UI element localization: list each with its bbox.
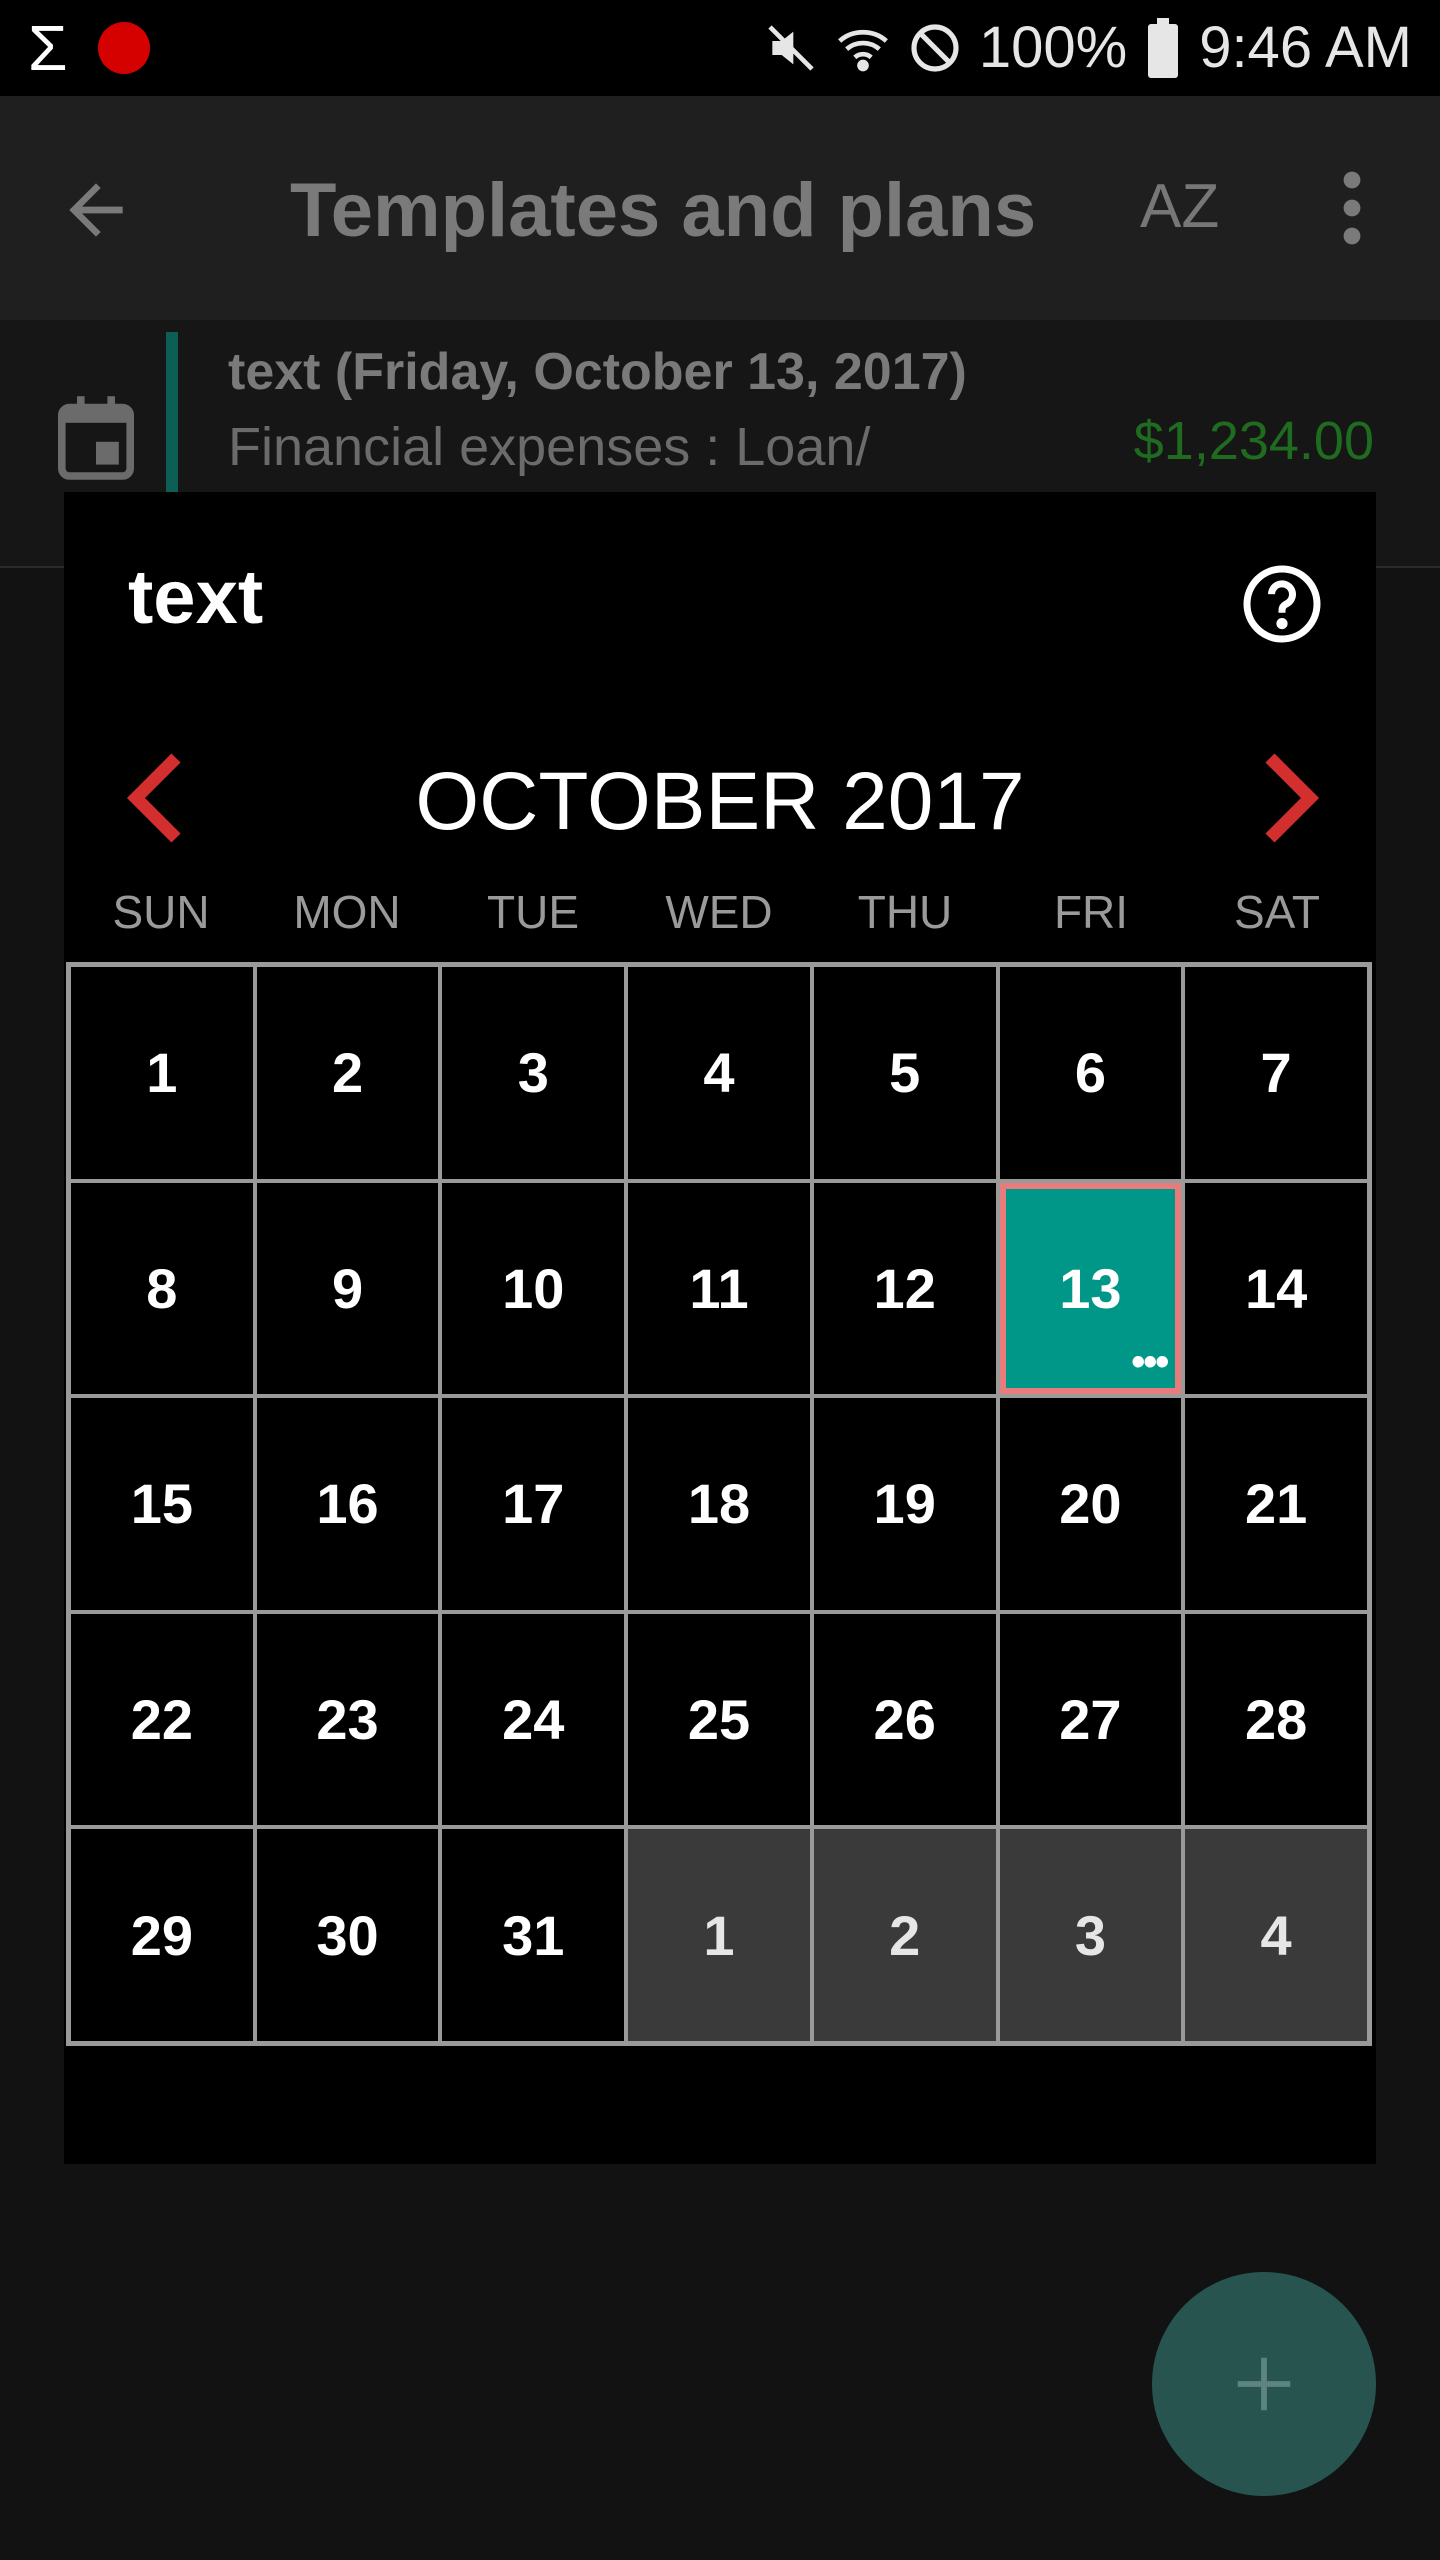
calendar-day[interactable]: 7 <box>1183 965 1369 1181</box>
calendar-day[interactable]: 25 <box>626 1611 812 1828</box>
calendar-day[interactable]: 23 <box>254 1611 441 1828</box>
calendar-grid: 1 2 3 4 5 6 7 8 9 10 11 12 13 ••• 14 15 … <box>66 962 1372 2046</box>
item-category: Financial expenses : Loan/ <box>228 417 871 477</box>
calendar-day-next-month[interactable]: 4 <box>1183 1827 1369 2043</box>
record-icon <box>98 22 150 74</box>
weekday-label: MON <box>293 886 401 938</box>
calendar-day-selected[interactable]: 13 ••• <box>997 1180 1184 1397</box>
calendar-dialog: text OCTOBER 2017 SUN MON TUE WED THU FR… <box>64 492 1376 2164</box>
plus-icon <box>1237 2357 1291 2411</box>
calendar-day[interactable]: 14 <box>1183 1180 1369 1397</box>
calendar-day[interactable]: 24 <box>440 1611 627 1828</box>
add-button[interactable] <box>1152 2272 1376 2496</box>
wifi-icon <box>835 20 891 76</box>
event-dots-indicator: ••• <box>1131 1340 1169 1385</box>
calendar-day[interactable]: 31 <box>440 1827 627 2043</box>
calendar-day[interactable]: 12 <box>811 1180 998 1397</box>
weekday-label: SAT <box>1233 886 1321 938</box>
calendar-day[interactable]: 21 <box>1183 1396 1369 1612</box>
weekday-label: TUE <box>487 886 579 938</box>
calendar-day[interactable]: 4 <box>626 965 812 1181</box>
calendar-day[interactable]: 1 <box>69 965 255 1181</box>
weekday-label: FRI <box>1053 886 1129 938</box>
calendar-day[interactable]: 27 <box>997 1611 1184 1828</box>
battery-icon <box>1143 18 1183 78</box>
more-options-icon[interactable] <box>1334 166 1370 255</box>
calendar-day[interactable]: 15 <box>69 1396 255 1612</box>
calendar-day[interactable]: 18 <box>626 1396 812 1612</box>
calendar-day[interactable]: 22 <box>69 1611 255 1828</box>
sort-az-icon: AZ <box>1140 172 1220 241</box>
back-arrow-icon[interactable] <box>56 170 136 255</box>
calendar-day[interactable]: 20 <box>997 1396 1184 1612</box>
sigma-icon: Σ <box>28 12 68 84</box>
do-not-disturb-icon <box>907 20 963 76</box>
calendar-day[interactable]: 30 <box>254 1827 441 2043</box>
calendar-day-next-month[interactable]: 3 <box>997 1827 1184 2043</box>
page-title: Templates and plans <box>290 168 1037 253</box>
calendar-day[interactable]: 26 <box>811 1611 998 1828</box>
sort-az-button[interactable]: AZ <box>1140 172 1219 242</box>
toolbar: Templates and plans AZ <box>0 96 1440 320</box>
calendar-day[interactable]: 8 <box>69 1180 255 1397</box>
calendar-day[interactable]: 3 <box>440 965 627 1181</box>
calendar-day-next-month[interactable]: 2 <box>811 1827 998 2043</box>
calendar-day[interactable]: 6 <box>997 965 1184 1181</box>
item-amount: $1,234.00 <box>1133 411 1374 471</box>
calendar-day[interactable]: 29 <box>69 1827 255 2043</box>
month-label: OCTOBER 2017 <box>415 756 1025 847</box>
calendar-day[interactable]: 11 <box>626 1180 812 1397</box>
calendar-day[interactable]: 9 <box>254 1180 441 1397</box>
weekday-label: SUN <box>112 886 210 938</box>
calendar-day[interactable]: 2 <box>254 965 441 1181</box>
calendar-day-next-month[interactable]: 1 <box>626 1827 812 2043</box>
weekday-label: WED <box>665 886 773 938</box>
help-icon[interactable] <box>1240 562 1324 651</box>
weekday-header: SUN MON TUE WED THU FRI SAT <box>68 882 1370 942</box>
weekday-label: THU <box>857 886 953 938</box>
item-title: text (Friday, October 13, 2017) <box>228 343 967 401</box>
status-icons: 100% 9:46 AM <box>763 0 1412 96</box>
calendar-day[interactable]: 19 <box>811 1396 998 1612</box>
calendar-day[interactable]: 16 <box>254 1396 441 1612</box>
status-bar: Σ 100% 9:46 AM <box>0 0 1440 96</box>
calendar-day[interactable]: 5 <box>811 965 998 1181</box>
calendar-event-icon <box>58 396 134 485</box>
mute-icon <box>763 20 819 76</box>
selected-day-number: 13 <box>1059 1256 1122 1320</box>
clock: 9:46 AM <box>1199 15 1412 80</box>
calendar-day[interactable]: 28 <box>1183 1611 1369 1828</box>
calendar-day[interactable]: 17 <box>440 1396 627 1612</box>
dialog-title: text <box>128 555 264 640</box>
calendar-day[interactable]: 10 <box>440 1180 627 1397</box>
battery-percent: 100% <box>978 15 1128 80</box>
screen: Σ 100% 9:46 AM Templates and plans AZ te… <box>0 0 1440 2560</box>
next-month-icon[interactable] <box>1254 750 1326 846</box>
